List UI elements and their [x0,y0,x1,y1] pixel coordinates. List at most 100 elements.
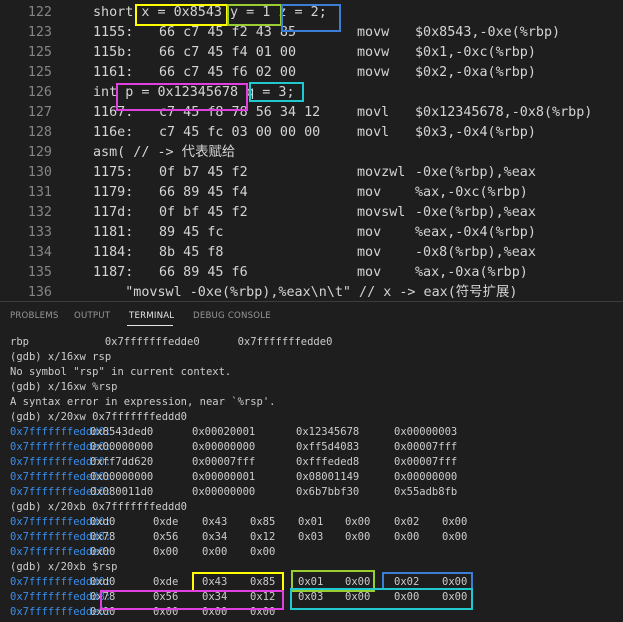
terminal-output[interactable]: rbp 0x7fffffffedde0 0x7fffffffedde0 (gdb)… [0,332,623,622]
asm-operands: $0x12345678,-0x8(%rbp) [415,105,593,120]
terminal-line: (gdb) x/16xw rsp [10,351,112,363]
line-number: 131 [27,185,52,200]
memory-value: 0x56 [153,591,179,603]
asm-bytes: 66 89 45 f4 [159,185,248,200]
asm-operands: %ax,-0xa(%rbp) [415,265,528,280]
memory-value: 0x00000003 [394,426,458,438]
tab-problems[interactable]: PROBLEMS [10,311,59,321]
memory-value: 0x34 [202,531,228,543]
line-number: 129 [27,145,52,160]
tab-output[interactable]: OUTPUT [74,311,110,321]
asm-mnemonic: movw [357,45,390,60]
line-number: 123 [27,25,52,40]
asm-bytes: 8b 45 f8 [159,245,224,260]
asm-mnemonic: mov [357,265,382,280]
memory-value: 0x00000000 [192,441,256,453]
memory-value: 0x00 [442,516,468,528]
memory-value: 0x6b7bbf30 [296,486,360,498]
memory-value: 0x00 [442,576,468,588]
asm-mnemonic: movzwl [357,165,406,180]
line-number: 132 [27,205,52,220]
asm-bytes: 66 89 45 f6 [159,265,248,280]
line-number: 130 [27,165,52,180]
memory-value: 0x00007fff [394,441,458,453]
code-line: 131 1179: 66 89 45 f4 mov %ax,-0xc(%rbp) [0,183,623,203]
memory-value: 0xfffeded8 [296,456,360,468]
code-line: 123 1155: 66 c7 45 f2 43 85 movw $0x8543,-0x… [0,23,623,43]
terminal-line: A syntax error in expression, near `%rsp… [10,396,276,408]
tab-debug-console[interactable]: DEBUG CONSOLE [193,311,271,321]
memory-value: 0x00000000 [394,471,458,483]
memory-value: 0x00 [345,591,371,603]
asm-address: 115b: [93,45,134,60]
memory-value: 0x78 [90,591,116,603]
memory-value: 0xff7dd620 [90,456,154,468]
terminal-line: rbp 0x7fffffffedde0 0x7fffffffedde0 [10,336,333,348]
memory-value: 0x08001149 [296,471,360,483]
code-line: 122 short x = 0x8543 y = 1 z = 2; [0,3,623,23]
asm-bytes: c7 45 f8 78 56 34 12 [159,105,321,120]
asm-address: 1167: [93,105,134,120]
asm-mnemonic: movl [357,105,390,120]
memory-value: 0x00 [90,546,116,558]
memory-value: 0x00020001 [192,426,256,438]
tab-terminal[interactable]: TERMINAL [129,311,174,321]
source-code: "movswl -0xe(%rbp),%eax\n\t" // x -> eax… [93,285,518,300]
code-line: 125 1161: 66 c7 45 f6 02 00 movw $0x2,-0xa(%… [0,63,623,83]
asm-mnemonic: mov [357,185,382,200]
line-number: 127 [27,105,52,120]
asm-mnemonic: movl [357,125,390,140]
code-line: 133 1181: 89 45 fc mov %eax,-0x4(%rbp) [0,223,623,243]
memory-value: 0x34 [202,591,228,603]
asm-operands: $0x8543,-0xe(%rbp) [415,25,561,40]
memory-value: 0x00 [394,531,420,543]
asm-operands: $0x1,-0xc(%rbp) [415,45,536,60]
asm-address: 1155: [93,25,134,40]
active-tab-indicator [127,325,173,326]
code-line: 134 1184: 8b 45 f8 mov -0x8(%rbp),%eax [0,243,623,263]
memory-value: 0x12 [250,591,276,603]
source-code: short x = 0x8543 y = 1 z = 2; [93,5,327,20]
terminal-line: (gdb) x/16xw %rsp [10,381,118,393]
asm-operands: -0x8(%rbp),%eax [415,245,536,260]
line-number: 133 [27,225,52,240]
memory-value: 0x02 [394,516,420,528]
asm-mnemonic: mov [357,245,382,260]
asm-bytes: 89 45 fc [159,225,224,240]
memory-value: 0x01 [298,516,324,528]
memory-value: 0x43 [202,516,228,528]
line-number: 125 [27,45,52,60]
code-line: 127 1167: c7 45 f8 78 56 34 12 movl $0x12345… [0,103,623,123]
memory-value: 0x12 [250,531,276,543]
memory-value: 0x43 [202,576,228,588]
line-number: 136 [27,285,52,300]
asm-operands: -0xe(%rbp),%eax [415,205,536,220]
asm-bytes: 0f b7 45 f2 [159,165,248,180]
source-code: int p = 0x12345678 q = 3; [93,85,295,100]
memory-value: 0xd0 [90,576,116,588]
memory-value: 0x00007fff [192,456,256,468]
line-number: 125 [27,65,52,80]
memory-value: 0x00 [90,606,116,618]
asm-bytes: 0f bf 45 f2 [159,205,248,220]
memory-value: 0x03 [298,591,324,603]
asm-address: 1187: [93,265,134,280]
asm-address: 1175: [93,165,134,180]
code-editor[interactable]: 122 short x = 0x8543 y = 1 z = 2; 123 1155:… [0,0,623,301]
code-line: 125 115b: 66 c7 45 f4 01 00 movw $0x1,-0xc(%… [0,43,623,63]
memory-value: 0x00 [250,546,276,558]
code-line: 132 117d: 0f bf 45 f2 movswl -0xe(%rbp),%eax [0,203,623,223]
terminal-line: (gdb) x/20xw 0x7fffffffeddd0 [10,411,188,423]
line-number: 134 [27,245,52,260]
asm-operands: $0x3,-0x4(%rbp) [415,125,536,140]
code-line: 129 asm( // -> 代表赋给 [0,143,623,163]
memory-value: 0x00 [202,606,228,618]
memory-value: 0x00 [153,546,179,558]
asm-address: 1161: [93,65,134,80]
memory-value: 0x00 [345,516,371,528]
asm-address: 1181: [93,225,134,240]
asm-bytes: 66 c7 45 f6 02 00 [159,65,297,80]
memory-value: 0x00 [250,606,276,618]
memory-value: 0x00000000 [90,441,154,453]
memory-value: 0x00 [394,591,420,603]
